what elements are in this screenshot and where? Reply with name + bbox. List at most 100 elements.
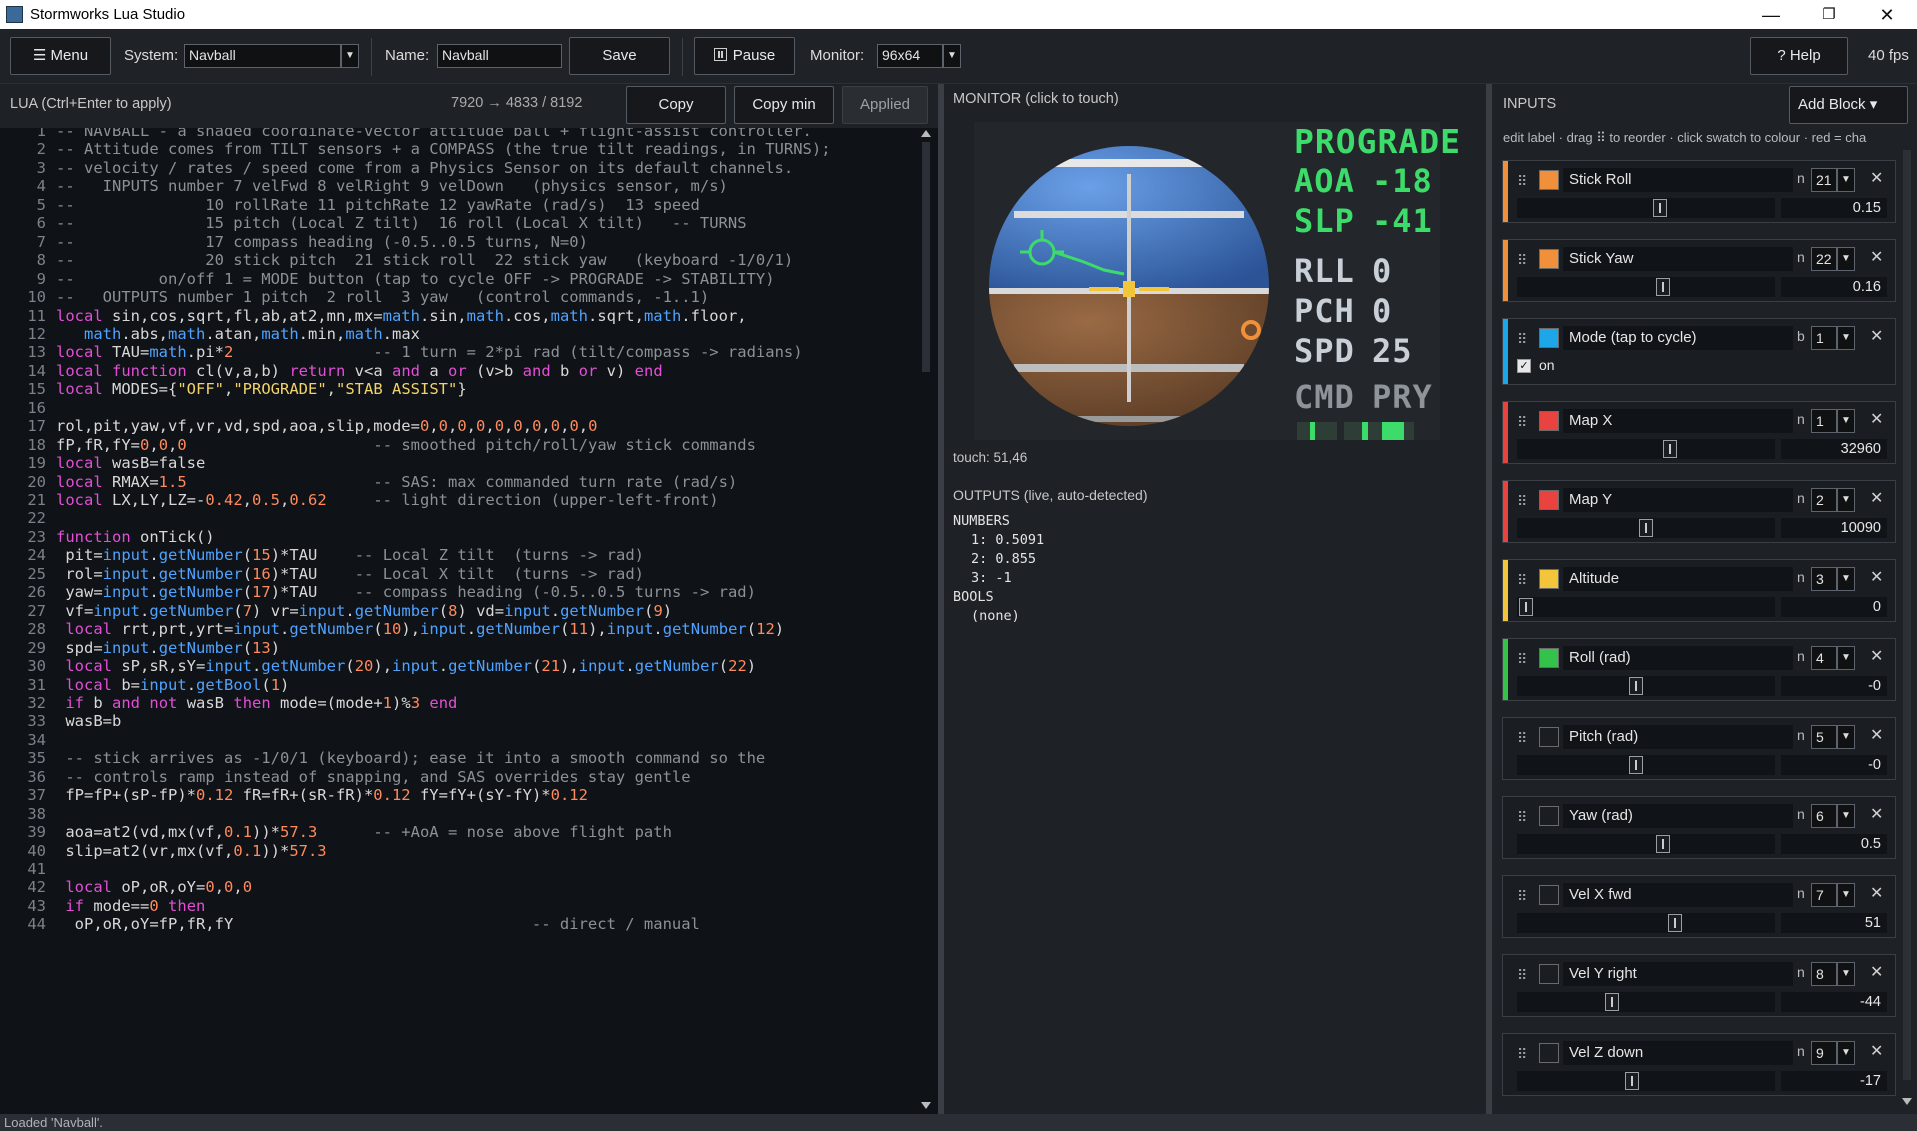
remove-block-icon[interactable]: ✕ [1870,168,1883,188]
code-line[interactable]: local TAU=math.pi*2 -- 1 turn = 2*pi rad… [56,343,803,361]
code-line[interactable]: pit=input.getNumber(15)*TAU -- Local Z t… [56,546,644,564]
color-swatch[interactable] [1539,411,1559,431]
value-slider-track[interactable] [1517,1071,1775,1091]
value-field[interactable]: 10090 [1781,518,1887,538]
code-line[interactable]: local MODES={"OFF","PROGRADE","STAB ASSI… [56,380,467,398]
value-field[interactable]: 32960 [1781,439,1887,459]
value-slider-track[interactable] [1517,439,1775,459]
value-field[interactable]: -0 [1781,676,1887,696]
channel-select[interactable]: 3 [1811,567,1837,591]
code-line[interactable]: -- NAVBALL - a shaded coordinate-vector … [56,128,812,140]
value-field[interactable]: 51 [1781,913,1887,933]
code-line[interactable]: -- 15 pitch (Local Z tilt) 16 roll (Loca… [56,214,747,232]
remove-block-icon[interactable]: ✕ [1870,326,1883,346]
remove-block-icon[interactable]: ✕ [1870,1041,1883,1061]
value-slider-thumb[interactable] [1624,1072,1639,1090]
channel-dropdown-arrow[interactable]: ▼ [1837,567,1855,591]
value-slider-track[interactable] [1517,198,1775,218]
code-line[interactable]: math.abs,math.atan,math.min,math.max [56,325,420,343]
remove-block-icon[interactable]: ✕ [1870,804,1883,824]
value-slider-thumb[interactable] [1519,598,1533,616]
value-field[interactable]: -0 [1781,755,1887,775]
code-line[interactable]: rol=input.getNumber(16)*TAU -- Local X t… [56,565,644,583]
channel-select[interactable]: 7 [1811,883,1837,907]
channel-select[interactable]: 6 [1811,804,1837,828]
save-button[interactable]: Save [569,37,670,75]
channel-select[interactable]: 4 [1811,646,1837,670]
value-field[interactable]: 0 [1781,597,1887,617]
channel-select[interactable]: 8 [1811,962,1837,986]
code-line[interactable]: if mode==0 then [56,897,205,915]
remove-block-icon[interactable]: ✕ [1870,646,1883,666]
value-slider-thumb[interactable] [1663,440,1677,458]
code-editor[interactable]: 1 -- NAVBALL - a shaded coordinate-vector… [0,128,938,1114]
code-line[interactable]: local rrt,prt,yrt=input.getNumber(10),in… [56,620,784,638]
block-label-input[interactable]: Yaw (rad) [1563,804,1793,828]
drag-handle-icon[interactable]: ⠿ [1517,809,1527,826]
inputs-scroll-thumb[interactable] [1903,150,1911,1080]
code-line[interactable]: if b and not wasB then mode=(mode+1)%3 e… [56,694,457,712]
block-label-input[interactable]: Map Y [1563,488,1793,512]
value-slider-track[interactable] [1517,834,1775,854]
color-swatch[interactable] [1539,328,1559,348]
value-slider-track[interactable] [1517,277,1775,297]
drag-handle-icon[interactable]: ⠿ [1517,493,1527,510]
value-field[interactable]: 0.15 [1781,198,1887,218]
channel-select[interactable]: 21 [1811,168,1837,192]
code-line[interactable]: yaw=input.getNumber(17)*TAU -- compass h… [56,583,756,601]
drag-handle-icon[interactable]: ⠿ [1517,572,1527,589]
code-line[interactable]: slip=at2(vr,mx(vf,0.1))*57.3 [56,842,326,860]
drag-handle-icon[interactable]: ⠿ [1517,1046,1527,1063]
code-line[interactable]: fP,fR,fY=0,0,0 -- smoothed pitch/roll/ya… [56,436,756,454]
channel-select[interactable]: 22 [1811,247,1837,271]
channel-dropdown-arrow[interactable]: ▼ [1837,1041,1855,1065]
monitor-dropdown-arrow[interactable]: ▼ [943,44,961,68]
bool-checkbox[interactable]: ✓ [1517,359,1531,373]
remove-block-icon[interactable]: ✕ [1870,409,1883,429]
channel-dropdown-arrow[interactable]: ▼ [1837,725,1855,749]
channel-select[interactable]: 1 [1811,409,1837,433]
drag-handle-icon[interactable]: ⠿ [1517,651,1527,668]
value-field[interactable]: -44 [1781,992,1887,1012]
help-button[interactable]: ? Help [1750,37,1848,75]
copy-min-button[interactable]: Copy min [734,86,834,124]
value-slider-track[interactable] [1517,913,1775,933]
value-field[interactable]: 0.16 [1781,277,1887,297]
drag-handle-icon[interactable]: ⠿ [1517,967,1527,984]
code-line[interactable]: spd=input.getNumber(13) [56,639,280,657]
value-slider-thumb[interactable] [1667,914,1682,932]
copy-button[interactable]: Copy [626,86,726,124]
color-swatch[interactable] [1539,249,1559,269]
channel-select[interactable]: 2 [1811,488,1837,512]
system-select[interactable]: Navball [184,44,341,68]
block-label-input[interactable]: Vel Y right [1563,962,1793,986]
code-line[interactable]: local b=input.getBool(1) [56,676,289,694]
inputs-scrollbar[interactable] [1900,150,1914,1110]
code-line[interactable]: -- 10 rollRate 11 pitchRate 12 yawRate (… [56,196,700,214]
code-line[interactable]: function onTick() [56,528,215,546]
code-line[interactable]: local sin,cos,sqrt,fl,ab,at2,mn,mx=math.… [56,307,747,325]
remove-block-icon[interactable]: ✕ [1870,567,1883,587]
block-label-input[interactable]: Vel X fwd [1563,883,1793,907]
channel-dropdown-arrow[interactable]: ▼ [1837,326,1855,350]
channel-dropdown-arrow[interactable]: ▼ [1837,962,1855,986]
code-line[interactable]: -- stick arrives as -1/0/1 (keyboard); e… [56,749,765,767]
minimize-button[interactable]: — [1742,2,1800,28]
code-line[interactable]: local function cl(v,a,b) return v<a and … [56,362,663,380]
color-swatch[interactable] [1539,1043,1559,1063]
name-input[interactable]: Navball [437,44,562,68]
inputs-scroll-down-icon[interactable] [1902,1098,1912,1105]
value-slider-thumb[interactable] [1605,993,1620,1011]
color-swatch[interactable] [1539,648,1559,668]
code-line[interactable]: -- INPUTS number 7 velFwd 8 velRight 9 v… [56,177,728,195]
code-line[interactable]: local RMAX=1.5 -- SAS: max commanded tur… [56,473,737,491]
applied-button[interactable]: Applied [842,86,928,124]
code-line[interactable]: -- Attitude comes from TILT sensors + a … [56,140,831,158]
add-block-button[interactable]: Add Block ▾ [1789,86,1908,124]
block-label-input[interactable]: Vel Z down [1563,1041,1793,1065]
monitor-inputs-splitter[interactable] [1486,84,1492,1114]
color-swatch[interactable] [1539,727,1559,747]
block-label-input[interactable]: Altitude [1563,567,1793,591]
value-field[interactable]: -17 [1781,1071,1887,1091]
scroll-up-icon[interactable] [921,130,931,137]
